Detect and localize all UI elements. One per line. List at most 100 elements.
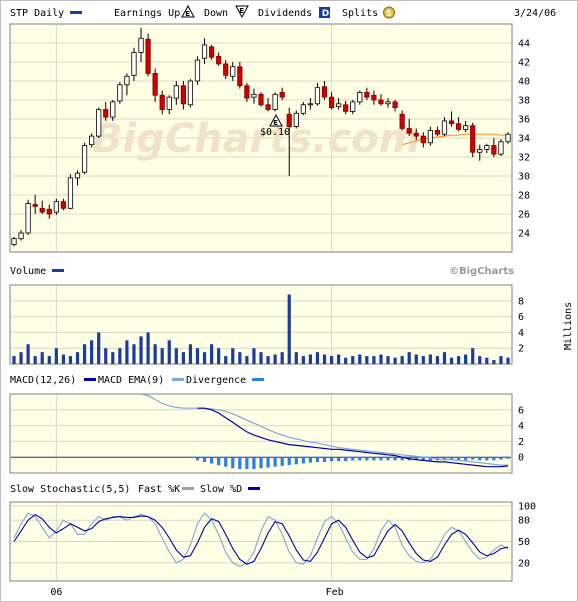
volume-bar	[75, 352, 80, 364]
divergence-bar	[273, 457, 277, 467]
x-tick-label: Feb	[326, 587, 344, 598]
stochastic-y-axis: 20 50 80 100	[518, 502, 536, 570]
volume-bar	[217, 348, 221, 364]
divergence-bar	[329, 457, 334, 462]
down-candle-body	[152, 73, 158, 96]
volume-bar	[464, 354, 468, 364]
volume-bar	[322, 354, 327, 364]
up-candle-body	[89, 135, 95, 146]
up-candle-body	[505, 133, 511, 143]
volume-bar	[358, 354, 362, 364]
volume-bar	[337, 354, 341, 364]
down-candle-body	[180, 85, 186, 105]
watermark: BigCharts.com	[92, 116, 420, 162]
price-candle	[272, 92, 278, 112]
divergence-bar	[464, 457, 468, 461]
price-legend-swatch	[70, 11, 82, 14]
price-candle	[258, 92, 264, 107]
divergence-bar	[499, 457, 503, 460]
volume-bar	[195, 348, 200, 364]
down-candle-body	[420, 135, 426, 144]
volume-units: Millions	[563, 302, 574, 350]
price-y-axis: 24 26 28 30 32 34 36 38 40 42 44	[518, 39, 530, 240]
x-tick-label: 06	[50, 587, 62, 598]
down-candle-body	[455, 123, 462, 130]
up-candle-body	[463, 125, 469, 130]
volume-bar	[238, 352, 242, 364]
up-candle-body	[11, 238, 17, 245]
y-tick-label: 2	[518, 437, 524, 448]
y-tick-label: 24	[518, 229, 530, 240]
volume-bar	[372, 356, 376, 364]
volume-title: Volume	[10, 266, 46, 277]
volume-bar	[400, 356, 404, 364]
volume-bar	[202, 352, 207, 364]
copyright: ©BigCharts	[449, 266, 514, 277]
divergence-legend-swatch	[252, 378, 264, 381]
y-tick-label: 36	[518, 115, 530, 126]
up-candle-body	[131, 52, 137, 76]
divergence-bar	[280, 457, 284, 466]
up-candle-body	[272, 93, 278, 110]
volume-bar	[287, 294, 291, 364]
up-candle-body	[96, 109, 102, 137]
down-candle-body	[321, 86, 328, 98]
divergence-bar	[393, 457, 397, 461]
volume-bar	[485, 357, 489, 364]
volume-bar	[365, 356, 369, 364]
volume-bar	[118, 348, 122, 364]
y-tick-label: 40	[518, 77, 530, 88]
divergence-bar	[471, 457, 475, 460]
volume-bar	[111, 352, 115, 364]
price-candle	[498, 138, 504, 157]
svg-text:E: E	[273, 119, 278, 127]
volume-bar	[329, 356, 334, 364]
volume-bar	[266, 356, 270, 364]
volume-bar	[499, 356, 503, 364]
header-legend: STP Daily Earnings Up E Down E Dividends…	[10, 4, 556, 19]
y-tick-label: 4	[518, 328, 524, 339]
up-candle-body	[67, 177, 74, 209]
volume-bar	[40, 352, 44, 364]
down-candle-body	[328, 96, 335, 109]
chart-date: 3/24/06	[514, 8, 556, 19]
divergence-bar	[252, 457, 256, 470]
up-candle-body	[314, 87, 321, 105]
up-candle-body	[293, 112, 299, 128]
down-candle-body	[343, 104, 349, 112]
volume-bar	[167, 340, 171, 364]
price-panel: BigCharts.com 24 26 28 30 32 34 36 38 40 42 44 E $…	[9, 23, 530, 253]
y-tick-label: 100	[518, 502, 536, 513]
up-candle-body	[357, 92, 363, 103]
down-candle-body	[371, 94, 377, 101]
down-candle-body	[32, 204, 38, 207]
volume-bar	[47, 356, 51, 364]
dividend-amount: $0.10	[260, 127, 290, 138]
up-candle-body	[187, 80, 194, 106]
divergence-bar	[365, 457, 369, 461]
macd-section: MACD(12,26) MACD EMA(9) Divergence 0 2 4 6	[9, 375, 524, 474]
down-candle-body	[491, 145, 497, 155]
volume-bar	[210, 344, 214, 364]
volume-bar	[139, 336, 143, 364]
price-candle	[505, 132, 511, 144]
volume-bar	[379, 354, 383, 364]
up-candle-body	[110, 101, 116, 118]
down-candle-body	[258, 93, 264, 106]
volume-bar	[478, 356, 482, 364]
divergence-bar	[301, 457, 305, 464]
divergence-bar	[358, 457, 362, 461]
divergence-bar	[372, 457, 376, 461]
up-candle-body	[427, 129, 433, 144]
up-candle-body	[300, 104, 306, 114]
price-candle	[25, 199, 31, 235]
down-candle-body	[208, 46, 215, 58]
volume-bar	[26, 344, 30, 364]
up-candle-body	[138, 37, 144, 53]
divergence-bar	[195, 457, 200, 461]
macd-ema-label: MACD EMA(9)	[98, 375, 164, 386]
down-candle-body	[406, 128, 412, 134]
divergence-bar	[287, 457, 291, 466]
price-candle	[293, 110, 299, 129]
y-tick-label: 8	[518, 296, 524, 307]
